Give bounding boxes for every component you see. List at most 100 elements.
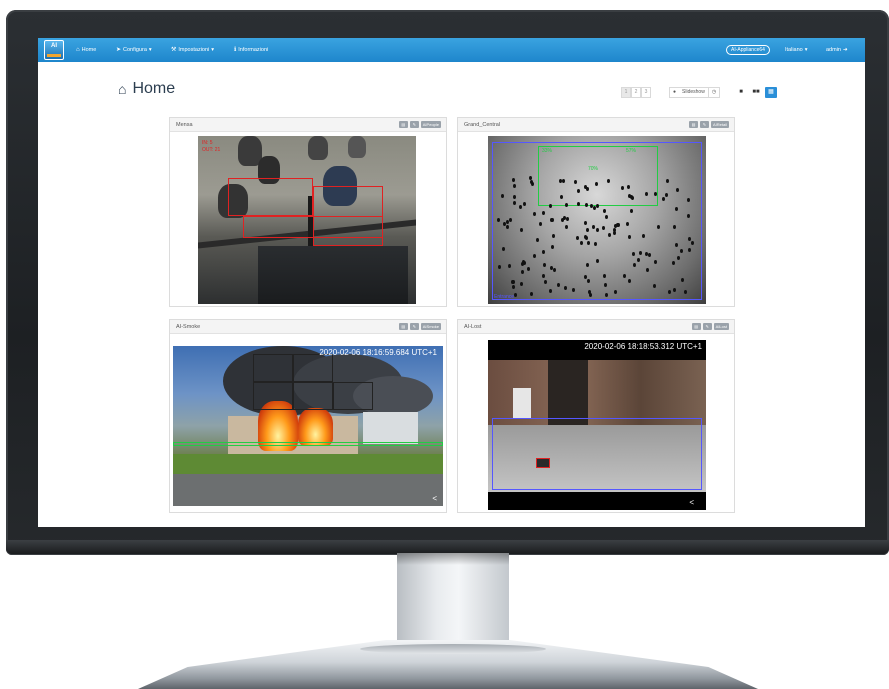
zone-line xyxy=(173,442,443,446)
layout-single-icon[interactable]: ■ xyxy=(735,87,747,98)
crowd-person xyxy=(591,224,595,229)
slideshow-label: Slideshow xyxy=(682,89,705,95)
nav-impostazioni-label: Impostazioni xyxy=(178,47,210,53)
crowd-person xyxy=(543,280,547,285)
crowd-person xyxy=(548,203,552,208)
crowd-person xyxy=(644,191,648,196)
camera-feed-mensa[interactable]: IN: 5 OUT: 21 xyxy=(198,136,416,304)
panel-title: Mensa xyxy=(176,122,193,128)
crowd-person xyxy=(601,225,605,230)
app-logo[interactable]: AI xyxy=(44,40,64,60)
grid-cell xyxy=(253,382,293,410)
crowd-person xyxy=(508,217,512,222)
crowd-person xyxy=(551,217,555,222)
grid-cell xyxy=(293,382,333,410)
play-icon: ● xyxy=(673,89,677,95)
chevron-left-icon[interactable]: < xyxy=(689,498,694,507)
plugin-tag: AIPeople xyxy=(420,121,441,128)
wall-panel xyxy=(513,388,531,418)
detection-box xyxy=(243,216,383,238)
counter-in: IN: 5 xyxy=(202,140,213,146)
nav-home[interactable]: ⌂ Home xyxy=(76,38,96,62)
monitor-stand-joint xyxy=(360,644,546,654)
layout-grid-icon[interactable]: ▦ xyxy=(765,87,777,98)
crowd-person xyxy=(654,259,658,264)
letterbox xyxy=(488,492,706,510)
lawn xyxy=(173,454,443,476)
nav-impostazioni[interactable]: ⚒ Impostazioni ▾ xyxy=(171,38,214,62)
nav-configura[interactable]: ➤ Configura ▾ xyxy=(116,38,152,62)
zone-label: 33% xyxy=(542,148,553,154)
crowd-person xyxy=(541,274,545,278)
chevron-left-icon[interactable]: < xyxy=(432,494,437,503)
page-button-2[interactable]: 2 xyxy=(631,87,641,98)
crowd-person xyxy=(505,224,509,229)
crowd-person xyxy=(647,253,651,258)
camera-feed-ai-smoke[interactable]: 2020-02-06 18:16:59.684 UTC+1 < xyxy=(173,346,443,506)
logo-text: AI xyxy=(51,43,57,49)
person xyxy=(308,136,328,160)
timestamp: 2020-02-06 18:16:59.684 UTC+1 xyxy=(319,348,437,357)
plugin-tag: AIRetail xyxy=(710,121,729,128)
crowd-person xyxy=(595,203,599,208)
crowd-person xyxy=(513,292,517,297)
chart-icon[interactable]: ▤ xyxy=(398,121,408,128)
page-button-1[interactable]: 1 xyxy=(621,87,631,98)
slideshow-control[interactable]: ● Slideshow ◷ xyxy=(669,87,721,98)
language-menu[interactable]: Italiano ▾ xyxy=(785,38,808,62)
nav-informazioni-label: Informazioni xyxy=(238,47,269,53)
screen: AI ⌂ Home ➤ Configura ▾ ⚒ Impostazioni ▾… xyxy=(38,38,865,527)
crowd-person xyxy=(542,263,546,268)
nav-informazioni[interactable]: ℹ Informazioni xyxy=(234,38,268,62)
road xyxy=(173,474,443,506)
logo-bar xyxy=(47,54,61,57)
settings-icon[interactable]: ✎ xyxy=(702,323,712,330)
page-title: ⌂ Home xyxy=(118,80,175,98)
crowd-person xyxy=(519,204,523,209)
chevron-down-icon: ▾ xyxy=(148,47,152,53)
crowd-person xyxy=(628,278,632,283)
camera-panel-ai-smoke: AI-Smoke ▤ ✎ AISmoke 2020-02-06 18:16:59… xyxy=(169,319,447,513)
crowd-person xyxy=(667,290,671,295)
crowd-person xyxy=(564,225,568,230)
panel-tools: ▤ ✎ AIRetail xyxy=(688,121,729,128)
crowd-person xyxy=(623,273,627,278)
crowd-person xyxy=(586,227,590,232)
crowd-person xyxy=(583,220,587,225)
navbar: AI ⌂ Home ➤ Configura ▾ ⚒ Impostazioni ▾… xyxy=(38,38,865,62)
chart-icon[interactable]: ▤ xyxy=(398,323,408,330)
person xyxy=(348,136,366,158)
chart-icon[interactable]: ▤ xyxy=(688,121,698,128)
home-icon: ⌂ xyxy=(118,81,127,97)
panel-title: AI-Lost xyxy=(464,324,482,330)
settings-icon[interactable]: ✎ xyxy=(409,323,419,330)
layout-double-icon[interactable]: ■■ xyxy=(750,87,762,98)
crowd-person xyxy=(521,269,525,274)
crowd-person xyxy=(528,176,532,181)
crowd-person xyxy=(615,222,619,227)
railing xyxy=(258,246,408,304)
crowd-person xyxy=(605,292,609,297)
zone-label: 70% xyxy=(588,166,599,172)
plugin-tag: AILost xyxy=(713,323,729,330)
nav-home-label: Home xyxy=(81,47,97,53)
crowd-person xyxy=(562,215,566,220)
crowd-person xyxy=(576,188,580,193)
user-menu[interactable]: admin ➜ xyxy=(826,38,848,62)
settings-icon[interactable]: ✎ xyxy=(409,121,419,128)
camera-feed-grand-central[interactable]: 33% 57% 70% Entrance xyxy=(488,136,706,304)
nav-configura-label: Configura xyxy=(123,47,147,53)
crowd-person xyxy=(592,205,596,210)
chart-icon[interactable]: ▤ xyxy=(691,323,701,330)
crowd-person xyxy=(497,265,501,270)
page-button-3[interactable]: 3 xyxy=(641,87,651,98)
panel-header: AI-Lost ▤ ✎ AILost xyxy=(458,320,734,334)
crowd-person xyxy=(526,267,530,272)
crowd-person xyxy=(603,282,607,287)
settings-icon[interactable]: ✎ xyxy=(699,121,709,128)
panel-tools: ▤ ✎ AILost xyxy=(691,323,729,330)
camera-feed-ai-lost[interactable]: 2020-02-06 18:18:53.312 UTC+1 < xyxy=(488,340,706,510)
camera-panel-grand-central: Grand_Central ▤ ✎ AIRetail 33% 57% 70% E… xyxy=(457,117,735,307)
crowd-person xyxy=(674,243,678,248)
monitor-stand-neck xyxy=(397,553,509,653)
